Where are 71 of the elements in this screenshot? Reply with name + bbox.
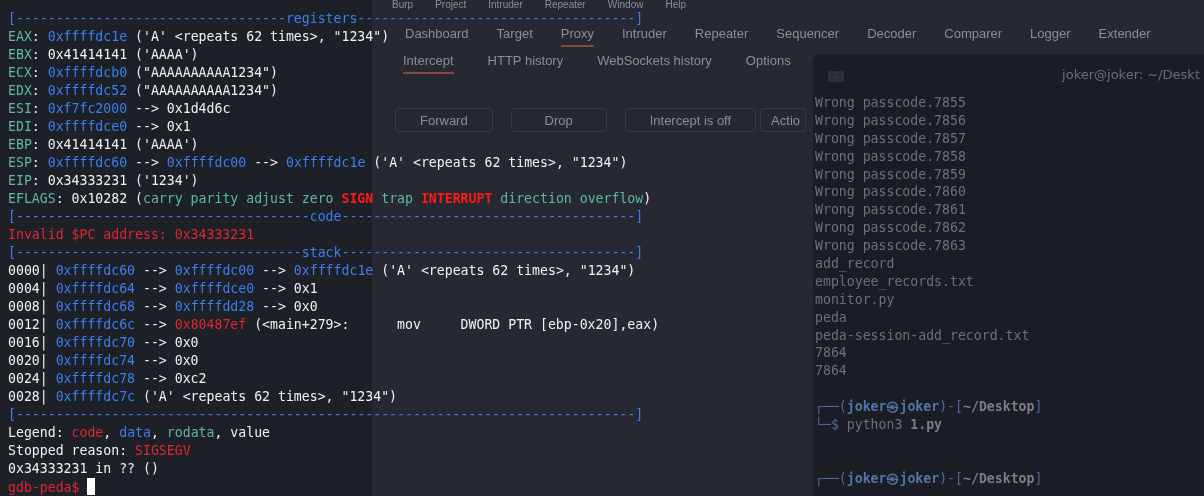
tab[interactable]: Repeater [694,24,749,47]
terminal-line: EFLAGS: 0x10282 (carry parity adjust zero SIGN trap INTERRUPT direction overflow) [8,191,652,206]
tab[interactable]: Comparer [944,24,1003,47]
terminal-line: 0028| 0xffffdc7c ('A' <repeats 62 times>, "1234") [8,389,398,404]
terminal-line: Wrong passcode.7859 [815,165,966,184]
tab[interactable]: Extender [1098,24,1151,47]
section-header: [-------------------------------------code-------------------------------------] [8,209,644,224]
shell-prompt: gdb-peda$ [8,480,81,495]
tab[interactable]: Sequencer [776,24,840,47]
terminal-line: 0004| 0xffffdc64 --> 0xffffdce0 --> 0x1 [8,281,318,296]
terminal-line: Wrong passcode.7863 [815,237,966,255]
terminal-line: 7864 [815,344,847,363]
terminal-line: 7864 [815,362,847,381]
tab[interactable]: Decoder [867,24,917,47]
terminal-line: EBP: 0x41414141 ('AAAA') [8,137,199,152]
terminal-line: ┌──(joker㉿joker)-[~/Desktop] [815,398,1043,416]
section-header: [----------------------------------registers-----------------------------------] [8,11,644,26]
terminal-line: EIP: 0x34333231 ('1234') [8,173,199,188]
terminal-line: peda-session-add_record.txt [815,326,1030,345]
terminal-line: add_record [815,255,895,273]
section-header: [------------------------------------------------------------------------------] [8,407,644,422]
terminal-line: 0012| 0xffffdc6c --> 0x80487ef (<main+279>: mov DWORD PTR [ebp-0x20],eax) [8,317,660,332]
terminal-line: Wrong passcode.7855 [815,94,966,112]
terminal-line: Wrong passcode.7861 [815,201,966,220]
terminal-line: EDI: 0xffffdce0 --> 0x1 [8,119,191,134]
toolbar-button[interactable]: Intercept is off [624,108,757,132]
tab[interactable]: Intruder [622,24,667,47]
menu-item[interactable]: Repeater [544,0,586,10]
tab[interactable]: Logger [1030,24,1071,47]
menu-item[interactable]: Burp [392,0,414,10]
terminal-line: ECX: 0xffffdcb0 ("AAAAAAAAAA1234") [8,65,278,80]
terminal-line: Invalid $PC address: 0x34333231 [8,227,255,242]
terminal-line: ESI: 0xf7fc2000 --> 0x1d4d6c [8,101,231,116]
toolbar-button[interactable]: Forward [395,108,493,132]
terminal-line: 0024| 0xffffdc78 --> 0xc2 [8,371,207,386]
tab[interactable]: Options [745,51,791,74]
terminal-line: employee_records.txt [815,272,974,291]
tab[interactable]: Dashboard [405,24,469,47]
terminal-line: └─$ python3 1.py [815,416,943,434]
terminal-line: 0x34333231 in ?? () [8,461,159,476]
terminal-line: ESP: 0xffffdc60 --> 0xffffdc00 --> 0xffffdc1e ('A' <repeats 62 times>, "1234") [8,155,628,170]
terminal-line: 0016| 0xffffdc70 --> 0x0 [8,335,199,350]
terminal-line: monitor.py [815,290,895,309]
tab[interactable]: Proxy [560,24,594,47]
section-header: [------------------------------------stack-------------------------------------] [8,245,644,260]
menu-item[interactable]: Window [607,0,644,10]
tab[interactable]: WebSockets history [597,51,712,74]
terminal-line: Wrong passcode.7862 [815,219,966,238]
terminal-line: 0020| 0xffffdc74 --> 0x0 [8,353,199,368]
menu-item[interactable]: Project [435,0,467,10]
tab[interactable]: HTTP history [487,51,564,74]
menu-item[interactable]: Intruder [488,0,523,10]
terminal-line: Wrong passcode.7858 [815,147,966,166]
terminal-line: Legend: code, data, rodata, value [8,425,271,440]
window-title: joker@joker: ~/Deskt [1062,66,1200,82]
tab[interactable]: Target [496,24,533,47]
terminal-line: Wrong passcode.7857 [815,129,966,148]
terminal-line: ┌──(joker㉿joker)-[~/Desktop] [815,469,1043,488]
terminal-line: EBX: 0x41414141 ('AAAA') [8,47,199,62]
menu-item[interactable]: Help [665,0,686,10]
terminal-line: EDX: 0xffffdc52 ("AAAAAAAAAA1234") [8,83,278,98]
toolbar-button[interactable]: Actio [760,108,807,132]
terminal-line: Stopped reason: SIGSEGV [8,443,191,458]
toolbar-button[interactable]: Drop [510,108,607,132]
tab[interactable]: Intercept [403,51,454,74]
terminal-line: Wrong passcode.7860 [815,183,966,202]
terminal-line: 0008| 0xffffdc68 --> 0xffffdd28 --> 0x0 [8,299,318,314]
terminal-line: peda [815,308,847,327]
terminal-line: EAX: 0xffffdc1e ('A' <repeats 62 times>, "1234") [8,29,390,44]
terminal-line: Wrong passcode.7856 [815,111,966,130]
terminal-line: 0000| 0xffffdc60 --> 0xffffdc00 --> 0xffffdc1e ('A' <repeats 62 times>, "1234") [8,263,636,278]
